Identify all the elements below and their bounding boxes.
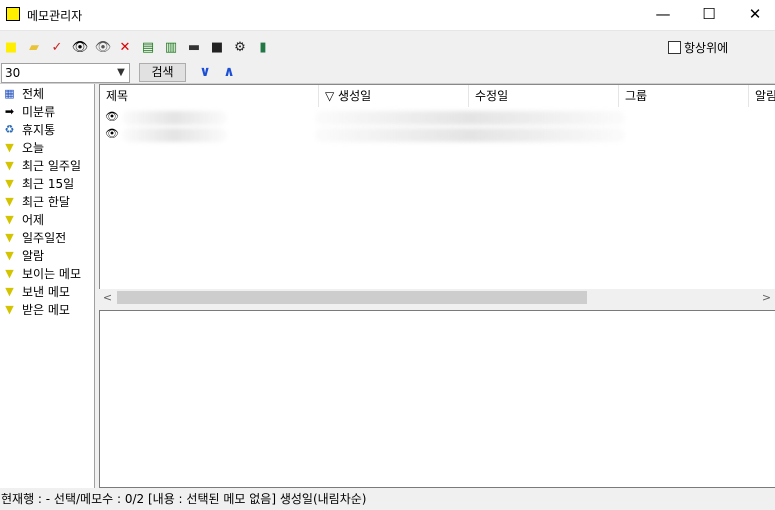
open-folder-icon[interactable]: ▰ (26, 39, 42, 55)
hide-icon[interactable]: 👁 (95, 39, 112, 55)
export-icon[interactable]: ▤ (140, 39, 156, 55)
select-all-icon[interactable]: ✓ (49, 39, 65, 55)
app-memo-icon (6, 7, 20, 21)
settings-gear-icon[interactable]: ⚙ (232, 39, 248, 55)
blurred-text (315, 128, 625, 142)
sidebar-item[interactable]: ➡ 미분류 (3, 102, 55, 120)
sidebar-item[interactable]: ▼ 보낸 메모 (3, 282, 70, 300)
delete-icon[interactable]: ✕ (117, 39, 133, 55)
blurred-text (122, 128, 227, 142)
memo-content-area[interactable] (99, 310, 775, 488)
column-header-created[interactable]: ▽ 생성일 (319, 85, 469, 107)
horizontal-scrollbar[interactable]: < > (99, 289, 775, 306)
column-header-title[interactable]: 제목 (100, 85, 319, 107)
trash-icon: ♻ (4, 122, 15, 136)
next-result-arrow-icon[interactable]: ∨ (197, 63, 213, 81)
minimize-button[interactable]: — (640, 0, 686, 30)
blurred-text (315, 111, 625, 125)
sidebar-item[interactable]: ♻ 휴지통 (3, 120, 56, 138)
print-icon[interactable]: ▬ (186, 39, 202, 55)
sidebar-item[interactable]: ▼ 어제 (3, 210, 44, 228)
search-bar: 30 ▼ 검색 ∨ ∧ (0, 62, 775, 84)
sidebar-item-label: 최근 15일 (22, 176, 75, 191)
sidebar-item-label: 알람 (22, 248, 45, 263)
count-value: 30 (5, 66, 21, 80)
title-bar: 메모관리자 — ☐ ✕ (0, 0, 775, 30)
count-select[interactable]: 30 ▼ (1, 63, 130, 83)
scroll-right-icon[interactable]: > (758, 289, 775, 306)
sidebar-item[interactable]: ▼ 오늘 (3, 138, 44, 156)
exit-icon[interactable]: ▮ (255, 39, 271, 55)
maximize-button[interactable]: ☐ (686, 0, 732, 30)
search-button[interactable]: 검색 (139, 63, 186, 82)
always-on-top-label: 항상위에 (684, 41, 729, 55)
unclassified-icon: ➡ (4, 104, 15, 118)
filter-icon: ▼ (5, 140, 14, 154)
filter-icon: ▼ (5, 248, 14, 262)
show-icon[interactable]: 👁 (72, 39, 89, 55)
column-header-group[interactable]: 그룹 (619, 85, 749, 107)
column-header-modified[interactable]: 수정일 (469, 85, 619, 107)
sidebar-item-label: 보낸 메모 (22, 284, 70, 299)
sidebar-item[interactable]: ▼ 일주일전 (3, 228, 66, 246)
sidebar-item-label: 전체 (22, 86, 45, 101)
filter-icon: ▼ (5, 266, 14, 280)
filter-icon: ▼ (5, 284, 14, 298)
sidebar-item[interactable]: ▼ 받은 메모 (3, 300, 70, 318)
sidebar-item[interactable]: ▦ 전체 (3, 84, 44, 102)
sidebar-item-label: 오늘 (22, 140, 45, 155)
filter-icon: ▼ (5, 302, 14, 316)
sidebar-item[interactable]: ▼ 보이는 메모 (3, 264, 81, 282)
sidebar-item[interactable]: ▼ 최근 한달 (3, 192, 70, 210)
always-on-top-toggle[interactable]: 항상위에 (668, 39, 728, 56)
new-memo-icon[interactable]: ■ (3, 39, 19, 55)
memo-list: 제목 ▽ 생성일 수정일 그룹 알림 👁 👁 (99, 84, 775, 306)
window-title: 메모관리자 (27, 9, 83, 23)
filter-icon: ▼ (5, 194, 14, 208)
sidebar-item[interactable]: ▼ 최근 일주일 (3, 156, 81, 174)
sidebar-item-label: 최근 일주일 (22, 158, 82, 173)
filter-icon: ▼ (5, 212, 14, 226)
sidebar-item-label: 받은 메모 (22, 302, 70, 317)
sidebar-item[interactable]: ▼ 최근 15일 (3, 174, 74, 192)
sidebar-item-label: 휴지통 (22, 122, 56, 137)
scroll-left-icon[interactable]: < (99, 289, 116, 306)
toolbar: ■ ▰ ✓ 👁 👁 ✕ ▤ ▥ ▬ ■ ⚙ ▮ 항상위에 (0, 30, 775, 62)
always-on-top-checkbox[interactable] (668, 41, 681, 54)
eye-icon: 👁 (105, 127, 119, 140)
blurred-text (122, 111, 227, 125)
close-button[interactable]: ✕ (732, 0, 775, 30)
filter-icon: ▼ (5, 176, 14, 190)
import-icon[interactable]: ▥ (163, 39, 179, 55)
previous-result-arrow-icon[interactable]: ∧ (221, 63, 237, 81)
sidebar-item-label: 어제 (22, 212, 45, 227)
scrollbar-thumb[interactable] (117, 291, 587, 304)
sidebar-item-label: 일주일전 (22, 230, 67, 245)
sidebar-item-label: 최근 한달 (22, 194, 70, 209)
column-header-alarm[interactable]: 알림 (749, 85, 775, 107)
category-sidebar: ▦ 전체 ➡ 미분류 ♻ 휴지통 ▼ 오늘 ▼ 최근 일주일 ▼ 최근 15일 ▼ 최근 한달 ▼ 어제 ▼ 일주… (0, 84, 95, 488)
eye-icon: 👁 (105, 110, 119, 123)
save-icon[interactable]: ■ (209, 39, 225, 55)
chevron-down-icon[interactable]: ▼ (113, 64, 129, 82)
sidebar-item-label: 보이는 메모 (22, 266, 82, 281)
status-bar: 현재행 : - 선택/메모수 : 0/2 [내용 : 선택된 메모 없음] 생성… (0, 488, 775, 510)
sidebar-item-label: 미분류 (22, 104, 56, 119)
filter-icon: ▼ (5, 230, 14, 244)
all-icon: ▦ (4, 86, 15, 100)
sidebar-item[interactable]: ▼ 알람 (3, 246, 44, 264)
filter-icon: ▼ (5, 158, 14, 172)
